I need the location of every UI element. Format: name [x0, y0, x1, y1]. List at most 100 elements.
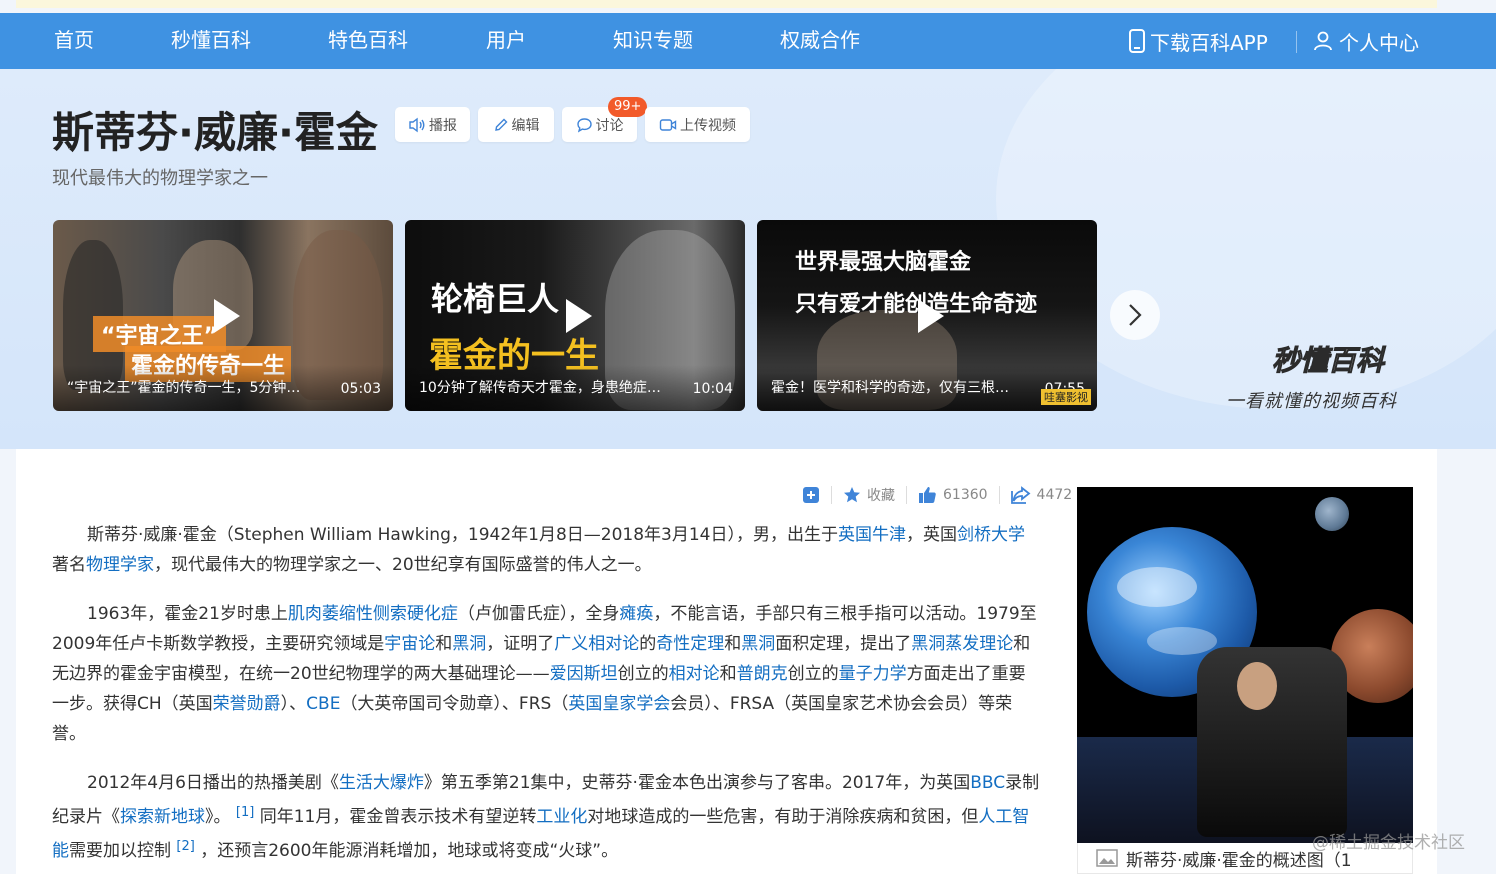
thumbs-up-icon	[918, 486, 937, 504]
video-card[interactable]: 世界最强大脑霍金 只有爱才能创造生命奇迹 霍金！医学和科学的奇迹，仅有三根… 0…	[757, 220, 1097, 411]
paragraph-text: ，英国	[905, 525, 957, 545]
share-button[interactable]: 4472	[1010, 486, 1073, 504]
entry-link[interactable]: 量子力学	[839, 664, 907, 684]
entry-link[interactable]: 工业化	[536, 807, 587, 827]
summary-paragraph: 1963年，霍金21岁时患上肌肉萎缩性侧索硬化症（卢伽雷氏症），全身瘫痪，不能言…	[52, 599, 1040, 749]
paragraph-text: 》。	[205, 807, 231, 827]
phone-icon	[1128, 29, 1146, 53]
entry-link[interactable]: 荣誉勋爵	[213, 694, 281, 714]
paragraph-text: 同年11月，霍金曾表示技术有望逆转	[259, 807, 537, 827]
entry-link[interactable]: 英国皇家学会	[568, 694, 670, 714]
paragraph-text: ，还预言2600年能源消耗增加，地球或将变成“火球”。	[200, 841, 619, 861]
entry-link[interactable]: 爱因斯坦	[550, 664, 618, 684]
upload-video-label: 上传视频	[680, 117, 736, 134]
entry-link[interactable]: 普朗克	[737, 664, 788, 684]
paragraph-text: 对地球造成的一些危害，有助于消除疾病和贫困，但	[587, 807, 979, 827]
user-center-link[interactable]: 个人中心	[1313, 13, 1419, 69]
upload-video-button[interactable]: 上传视频	[645, 107, 750, 142]
video-camera-icon	[659, 117, 680, 133]
entry-link[interactable]: BBC	[970, 773, 1005, 793]
video-title: 霍金！医学和科学的奇迹，仅有三根…	[771, 380, 1009, 396]
nav-item-users[interactable]: 用户	[486, 13, 526, 69]
star-icon	[843, 486, 861, 504]
nav-item-miaodong[interactable]: 秒懂百科	[171, 13, 251, 69]
video-card[interactable]: 轮椅巨人 霍金的一生 10分钟了解传奇天才霍金，身患绝症… 10:04	[405, 220, 745, 411]
paragraph-text: 》第五季第21集中，史蒂芬·霍金本色出演参与了客串。2017年，为英国	[423, 773, 971, 793]
reference-link[interactable]: [2]	[176, 839, 194, 854]
moon-graphic	[1315, 497, 1349, 531]
video-duration: 10:04	[692, 381, 733, 397]
entry-link[interactable]: 肌肉萎缩性侧索硬化症	[288, 604, 458, 624]
summary-image[interactable]	[1077, 487, 1413, 843]
paragraph-text: （大英帝国司令勋章）、FRS（	[340, 694, 569, 714]
download-app-link[interactable]: 下载百科APP	[1128, 13, 1268, 69]
paragraph-text: （卢伽雷氏症），全身	[457, 604, 620, 624]
nav-item-cooperation[interactable]: 权威合作	[780, 13, 860, 69]
carousel-next-button[interactable]	[1110, 290, 1160, 340]
favorite-button[interactable]: 收藏	[843, 485, 895, 505]
play-icon	[918, 298, 944, 333]
entry-link[interactable]: 探索新地球	[120, 807, 205, 827]
user-center-label: 个人中心	[1339, 30, 1419, 55]
person-graphic	[1237, 662, 1277, 710]
entry-link[interactable]: 黑洞蒸发理论	[911, 634, 1013, 654]
image-icon	[1096, 849, 1118, 867]
play-icon	[214, 298, 240, 333]
entry-link[interactable]: 奇性定理	[656, 634, 724, 654]
entry-link[interactable]: 英国牛津	[838, 525, 906, 545]
site-watermark: @稀土掘金技术社区	[1312, 833, 1465, 853]
edit-button[interactable]: 编辑	[478, 107, 554, 142]
entry-link[interactable]: 黑洞	[452, 634, 486, 654]
page-subtitle: 现代最伟大的物理学家之一	[52, 168, 268, 189]
nav-item-topics[interactable]: 知识专题	[613, 13, 693, 69]
summary-paragraph: 斯蒂芬·威廉·霍金（Stephen William Hawking，1942年1…	[52, 520, 1040, 580]
summary-paragraph: 2012年4月6日播出的热播美剧《生活大爆炸》第五季第21集中，史蒂芬·霍金本色…	[52, 768, 1040, 866]
entry-link[interactable]: 黑洞	[741, 634, 775, 654]
paragraph-text: ，现代最伟大的物理学家之一、20世纪享有国际盛誉的伟人之一。	[154, 555, 652, 575]
favorite-label: 收藏	[867, 488, 895, 504]
video-overlay-text: 轮椅巨人	[431, 280, 560, 318]
video-card[interactable]: “宇宙之王” 霍金的传奇一生 “宇宙之王”霍金的传奇一生，5分钟… 05:03	[53, 220, 393, 411]
chevron-right-icon	[1127, 302, 1143, 328]
entry-link[interactable]: 剑桥大学	[957, 525, 1025, 545]
entry-actions-bar: 收藏 61360 4472	[802, 478, 1072, 512]
entry-header: 斯蒂芬·威廉·霍金 现代最伟大的物理学家之一 播报 编辑 讨论 99+ 上传视频…	[0, 69, 1496, 449]
paragraph-text: 和	[719, 664, 737, 684]
nav-divider	[1296, 31, 1297, 53]
paragraph-text: 创立的	[617, 664, 669, 684]
paragraph-text: 的	[639, 634, 657, 654]
discuss-label: 讨论	[595, 117, 624, 134]
entry-link[interactable]: 广义相对论	[554, 634, 639, 654]
video-title: 10分钟了解传奇天才霍金，身患绝症…	[419, 380, 661, 396]
entry-link[interactable]: CBE	[306, 694, 340, 714]
nav-item-home[interactable]: 首页	[54, 13, 94, 69]
paragraph-text: 面积定理，提出了	[775, 634, 912, 654]
entry-link[interactable]: 物理学家	[86, 555, 154, 575]
cloud-graphic	[1117, 567, 1197, 607]
plus-square-icon	[802, 486, 820, 504]
edit-label: 编辑	[511, 117, 540, 134]
chat-bubble-icon	[576, 117, 596, 133]
reference-link[interactable]: [1]	[236, 805, 254, 820]
broadcast-label: 播报	[429, 117, 457, 134]
like-button[interactable]: 61360	[918, 486, 988, 504]
share-count: 4472	[1036, 487, 1073, 503]
entry-link[interactable]: 生活大爆炸	[339, 773, 424, 793]
entry-link[interactable]: 宇宙论	[384, 634, 435, 654]
paragraph-text: 和	[724, 634, 742, 654]
nav-item-featured[interactable]: 特色百科	[328, 13, 408, 69]
entry-link[interactable]: 相对论	[669, 664, 720, 684]
download-app-label: 下载百科APP	[1150, 30, 1268, 55]
video-watermark: 哇塞影视	[1041, 389, 1091, 405]
add-button[interactable]	[802, 486, 820, 504]
broadcast-button[interactable]: 播报	[395, 107, 470, 142]
actions-divider	[831, 486, 832, 504]
paragraph-text: 1963年，霍金21岁时患上	[87, 604, 288, 624]
play-icon	[566, 298, 592, 333]
entry-link[interactable]: 瘫痪	[619, 604, 653, 624]
actions-divider	[998, 486, 1000, 504]
top-notice-strip	[16, 0, 1437, 8]
user-icon	[1313, 31, 1333, 51]
paragraph-text: 斯蒂芬·威廉·霍金（Stephen William Hawking，1942年1…	[87, 525, 838, 545]
actions-divider	[906, 486, 907, 504]
